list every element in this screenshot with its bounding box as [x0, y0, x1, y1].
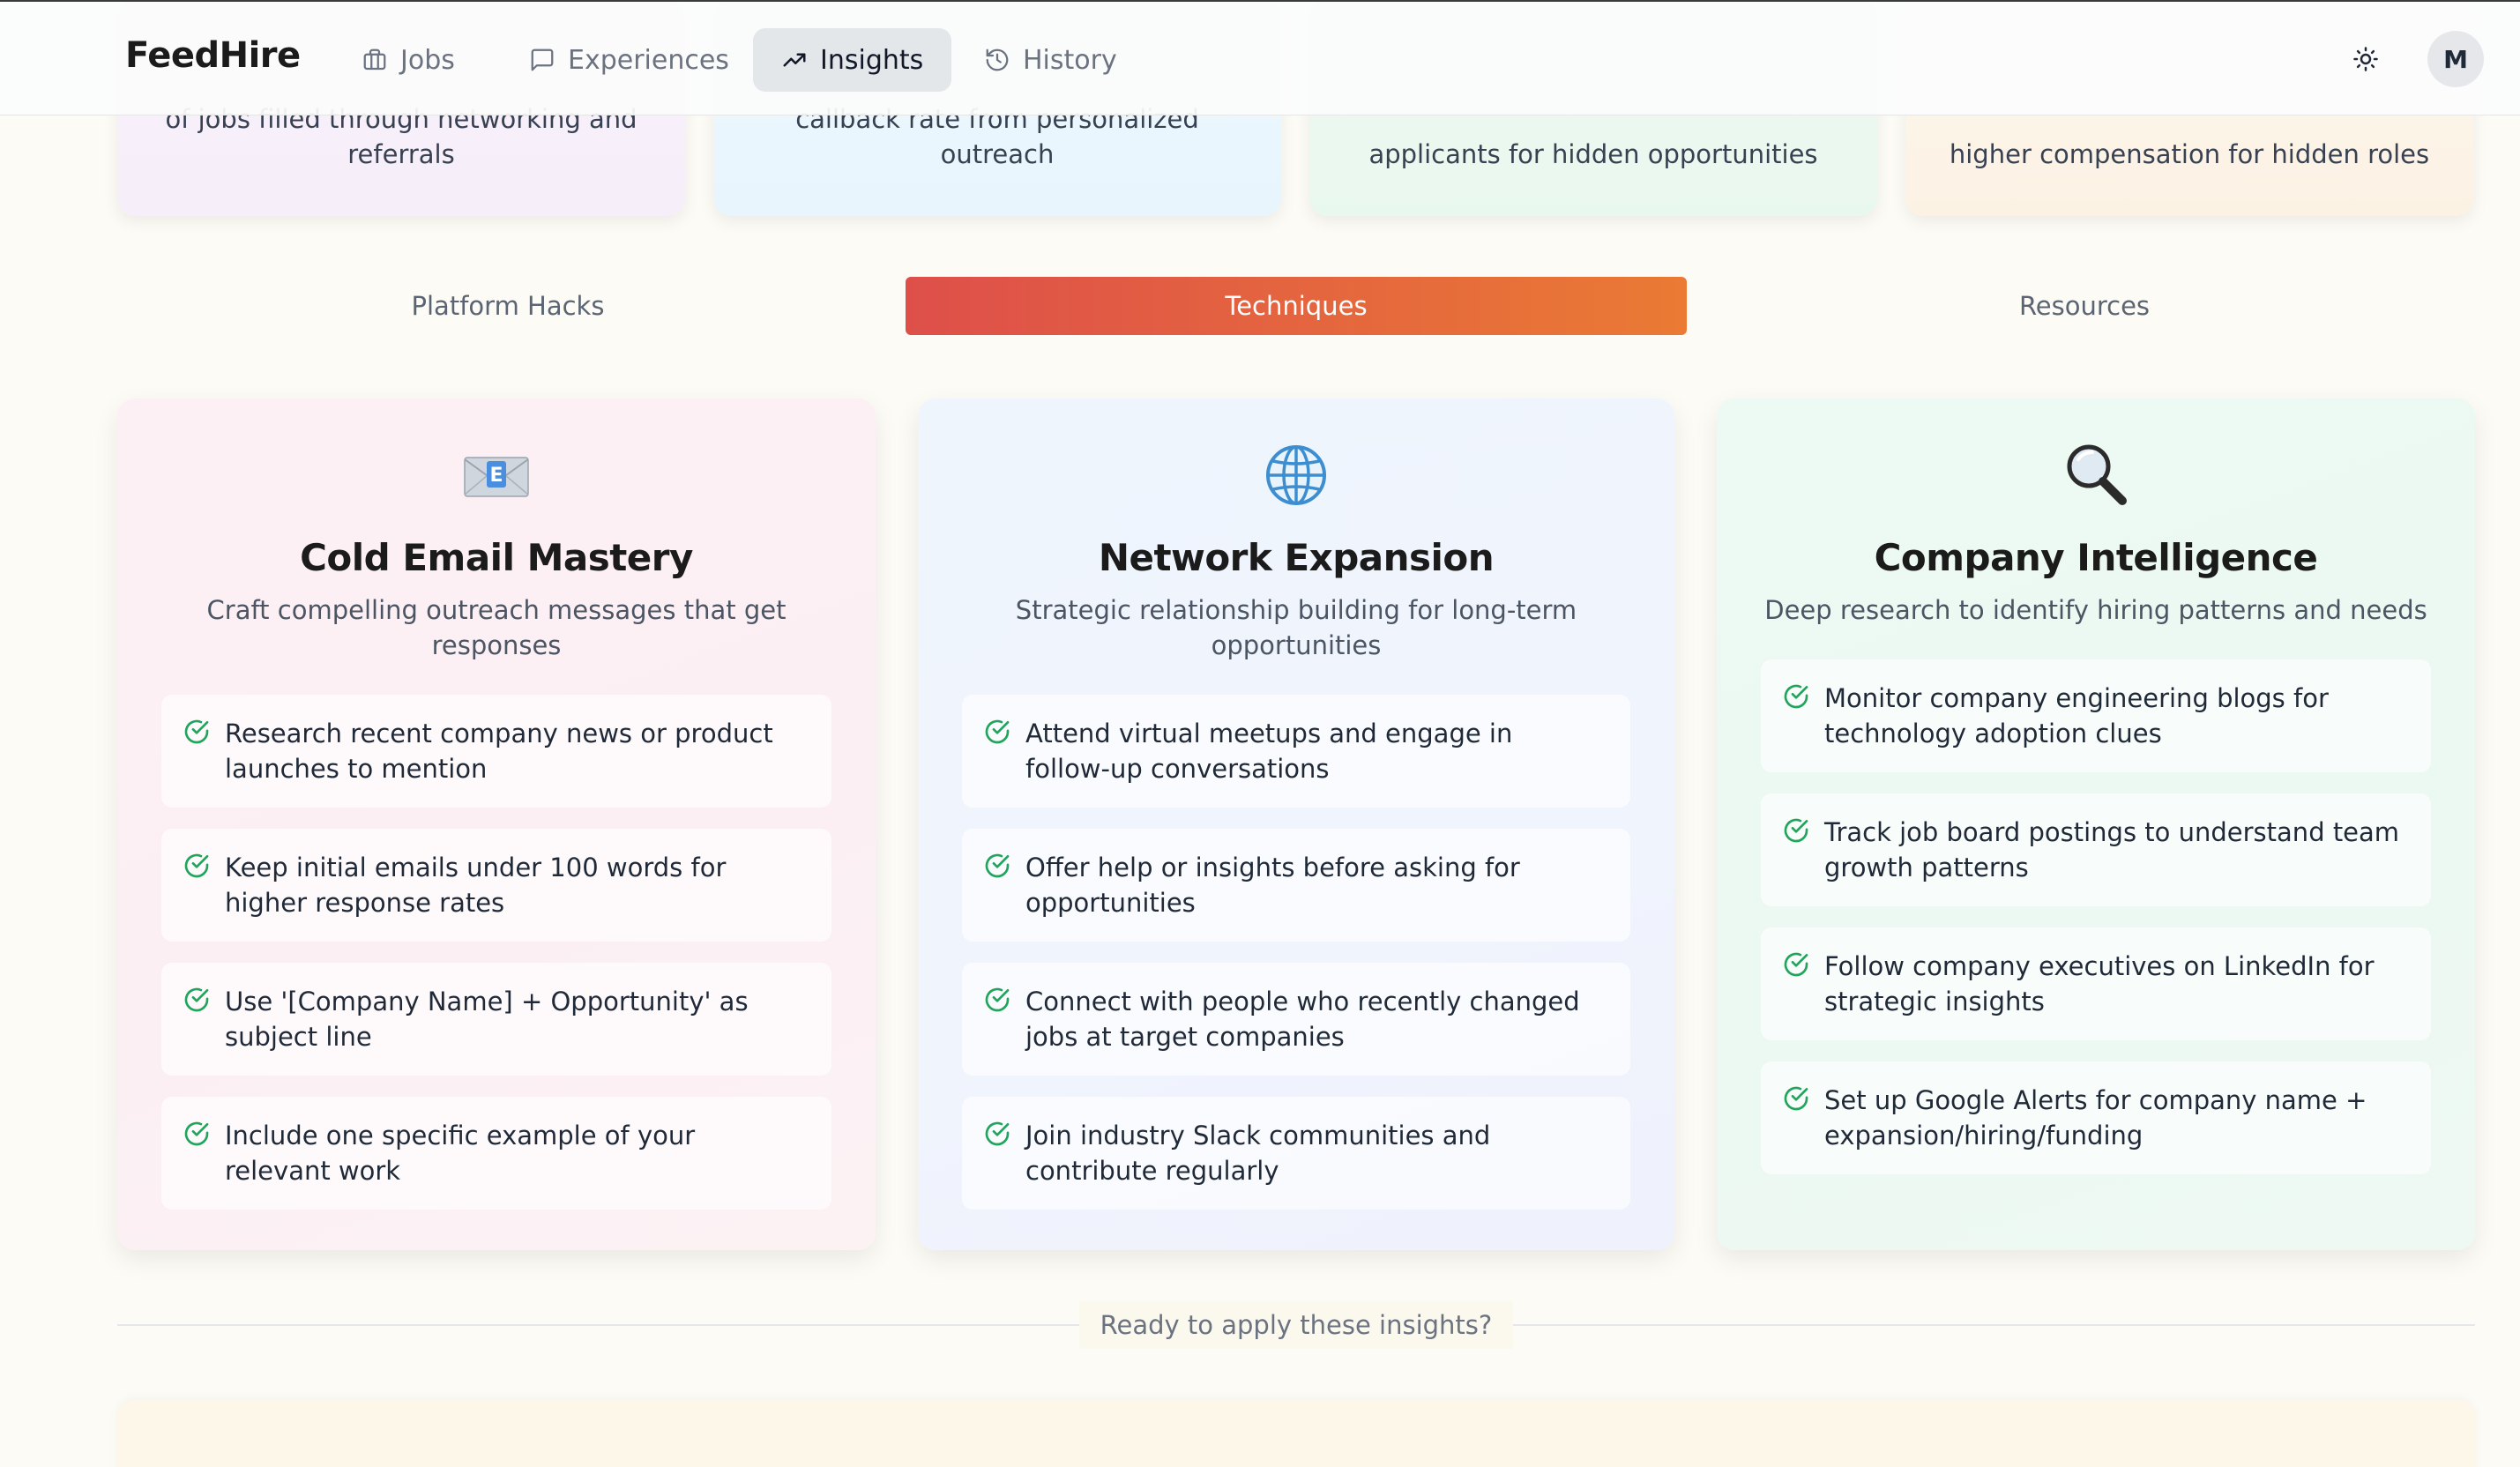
technique-card-company-intel: Company Intelligence Deep research to id… — [1717, 398, 2475, 1250]
check-circle-icon — [184, 1121, 209, 1146]
tip-text: Set up Google Alerts for company name + … — [1824, 1085, 2367, 1151]
check-circle-icon — [1784, 952, 1808, 977]
envelope-icon: E — [464, 457, 529, 497]
tip-text: Include one specific example of your rel… — [225, 1121, 696, 1186]
check-circle-icon — [985, 1121, 1010, 1146]
tab-resources[interactable]: Resources — [1694, 277, 2475, 335]
briefcase-icon — [363, 48, 386, 71]
check-circle-icon — [184, 853, 209, 878]
check-circle-icon — [985, 719, 1010, 744]
tip-text: Track job board postings to understand t… — [1824, 817, 2400, 882]
card-title: Network Expansion — [1098, 536, 1495, 579]
tip-text: Monitor company engineering blogs for te… — [1824, 683, 2329, 748]
tip-text: Join industry Slack communities and cont… — [1025, 1121, 1491, 1186]
card-description: Craft compelling outreach messages that … — [206, 595, 787, 660]
nav-history-label: History — [1023, 44, 1117, 76]
tip-text: Attend virtual meetups and engage in fol… — [1025, 719, 1513, 784]
check-circle-icon — [985, 987, 1010, 1012]
navbar: FeedHire Jobs Experiences Insights Histo… — [0, 0, 2520, 115]
tab-platform-hacks[interactable]: Platform Hacks — [117, 277, 898, 335]
check-circle-icon — [1784, 818, 1808, 843]
card-description: Strategic relationship building for long… — [1015, 595, 1577, 660]
nav-experiences-label: Experiences — [568, 44, 729, 76]
card-title: Cold Email Mastery — [300, 536, 693, 579]
tip-item: Join industry Slack communities and cont… — [962, 1097, 1630, 1210]
tip-item: Follow company executives on LinkedIn fo… — [1761, 927, 2431, 1040]
tip-item: Connect with people who recently changed… — [962, 963, 1630, 1076]
tip-text: Use '[Company Name] + Opportunity' as su… — [225, 987, 749, 1052]
tip-item: Research recent company news or product … — [161, 695, 831, 808]
tip-text: Research recent company news or product … — [225, 719, 773, 784]
stat-text: higher compensation for hidden roles — [1949, 139, 2430, 169]
divider-label: Ready to apply these insights? — [1079, 1301, 1513, 1349]
tip-item: Keep initial emails under 100 words for … — [161, 829, 831, 942]
tab-techniques[interactable]: Techniques — [906, 277, 1687, 335]
nav-experiences[interactable]: Experiences — [501, 28, 757, 92]
nav-history[interactable]: History — [956, 28, 1145, 92]
avatar[interactable]: M — [2427, 31, 2484, 87]
check-circle-icon — [1784, 1086, 1808, 1111]
check-circle-icon — [184, 719, 209, 744]
tip-text: Offer help or insights before asking for… — [1025, 853, 1520, 918]
card-description: Deep research to identify hiring pattern… — [1764, 595, 2427, 625]
logo[interactable]: FeedHire — [125, 35, 301, 76]
nav-jobs-label: Jobs — [400, 44, 455, 76]
nav-insights[interactable]: Insights — [753, 28, 952, 92]
history-icon — [986, 48, 1009, 71]
insights-tabs: Platform Hacks Techniques Resources — [117, 277, 2475, 335]
tip-item: Include one specific example of your rel… — [161, 1097, 831, 1210]
sun-icon — [2353, 47, 2378, 71]
nav-insights-label: Insights — [820, 44, 924, 76]
cta-card — [117, 1400, 2475, 1467]
technique-card-network: Network Expansion Strategic relationship… — [918, 398, 1674, 1250]
tip-item: Offer help or insights before asking for… — [962, 829, 1630, 942]
card-title: Company Intelligence — [1874, 536, 2318, 579]
tip-item: Monitor company engineering blogs for te… — [1761, 659, 2431, 772]
tip-item: Use '[Company Name] + Opportunity' as su… — [161, 963, 831, 1076]
trending-up-icon — [783, 53, 806, 67]
check-circle-icon — [1784, 684, 1808, 709]
theme-toggle-button[interactable] — [2347, 41, 2384, 78]
check-circle-icon — [184, 987, 209, 1012]
tip-item: Track job board postings to understand t… — [1761, 793, 2431, 906]
check-circle-icon — [985, 853, 1010, 878]
tip-text: Connect with people who recently changed… — [1025, 987, 1580, 1052]
nav-jobs[interactable]: Jobs — [333, 28, 483, 92]
svg-text:E: E — [489, 465, 503, 487]
tip-item: Attend virtual meetups and engage in fol… — [962, 695, 1630, 808]
tip-item: Set up Google Alerts for company name + … — [1761, 1061, 2431, 1174]
globe-icon — [1266, 445, 1326, 505]
tip-text: Follow company executives on LinkedIn fo… — [1824, 951, 2375, 1016]
stat-text: applicants for hidden opportunities — [1368, 139, 1818, 169]
tip-text: Keep initial emails under 100 words for … — [225, 853, 727, 918]
magnifying-glass-icon — [2067, 444, 2127, 505]
technique-card-cold-email: E Cold Email Mastery Craft compelling ou… — [117, 398, 876, 1250]
chat-bubble-icon — [531, 48, 554, 71]
